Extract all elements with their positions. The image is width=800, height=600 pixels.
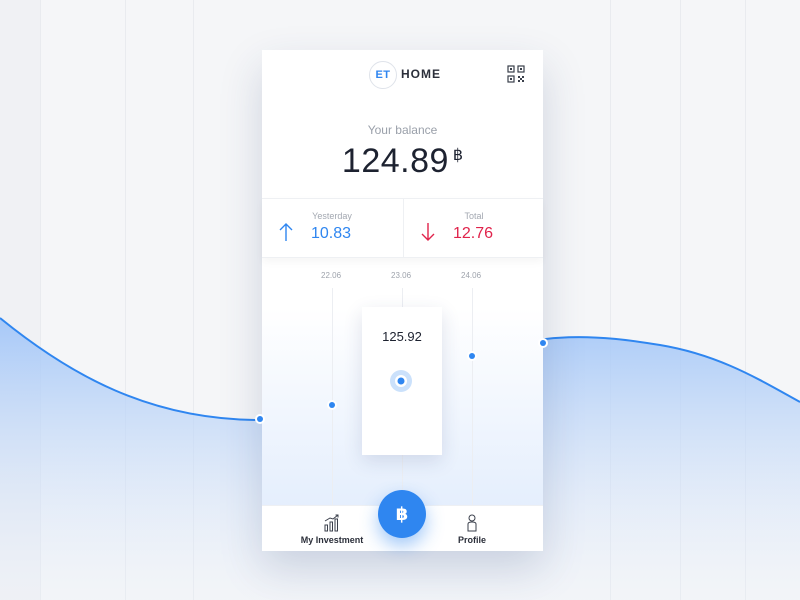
balance-label: Your balance bbox=[367, 123, 438, 137]
arrow-up-icon bbox=[279, 223, 293, 241]
chart-tooltip: 125.92 bbox=[362, 307, 442, 455]
date-label[interactable]: 24.06 bbox=[461, 271, 481, 280]
stat-yesterday-value: 10.83 bbox=[311, 225, 352, 242]
nav-my-investment[interactable]: My Investment bbox=[282, 506, 382, 551]
balance-display: 124.89 ฿ bbox=[262, 142, 543, 181]
logo[interactable]: ET bbox=[369, 61, 397, 89]
stat-yesterday[interactable]: Yesterday 10.83 bbox=[262, 199, 402, 257]
stat-yesterday-label: Yesterday bbox=[312, 211, 352, 221]
nav-profile[interactable]: Profile bbox=[442, 506, 502, 551]
stat-total-value: 12.76 bbox=[453, 225, 494, 242]
stat-total-label: Total bbox=[464, 211, 484, 221]
stat-total[interactable]: Total 12.76 bbox=[403, 199, 544, 257]
tooltip-value: 125.92 bbox=[382, 329, 422, 344]
app-header: ET HOME bbox=[262, 50, 543, 100]
qr-code-icon[interactable] bbox=[507, 65, 525, 83]
arrow-down-icon bbox=[421, 223, 435, 241]
stats-bar: Yesterday 10.83 Total 12.76 bbox=[262, 198, 543, 258]
page-title: HOME bbox=[401, 67, 441, 81]
chart-gridline bbox=[332, 288, 333, 508]
bitcoin-symbol: ฿ bbox=[452, 147, 464, 164]
app-card: ET HOME Your balance 124.89 ฿ Yesterday 1… bbox=[262, 50, 543, 551]
nav-profile-label: Profile bbox=[457, 535, 486, 545]
bar-chart-icon bbox=[324, 514, 339, 532]
person-icon bbox=[467, 514, 477, 532]
date-label[interactable]: 23.06 bbox=[391, 271, 411, 280]
nav-my-investment-label: My Investment bbox=[300, 535, 364, 545]
bitcoin-fab-button[interactable]: ฿ bbox=[378, 490, 426, 538]
date-label[interactable]: 22.06 bbox=[321, 271, 341, 280]
chart-gridline bbox=[472, 288, 473, 508]
balance-value: 124.89 bbox=[341, 142, 449, 180]
